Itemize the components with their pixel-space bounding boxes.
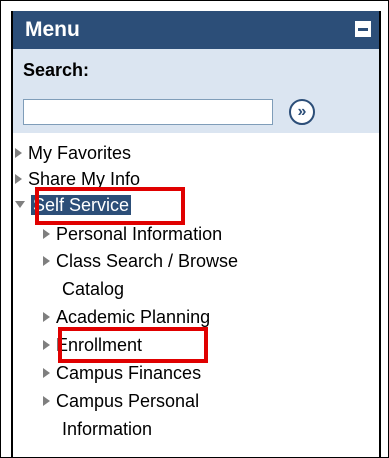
triangle-right-icon	[43, 256, 50, 266]
nav-item-class-search-cont[interactable]: Catalog	[62, 277, 124, 303]
nav-label: Information	[62, 419, 153, 439]
screenshot-frame: Menu Search: » My Favorites Share My Inf…	[0, 0, 389, 458]
search-area: Search: »	[13, 49, 379, 133]
nav-label: Campus Finances	[56, 363, 202, 383]
nav-item-campus-finances[interactable]: Campus Finances	[43, 361, 201, 387]
nav-label: Share My Info	[28, 169, 141, 189]
menu-panel: Menu Search: » My Favorites Share My Inf…	[11, 11, 381, 457]
nav-label: Personal Information	[56, 224, 223, 244]
triangle-right-icon	[43, 340, 50, 350]
double-chevron-right-icon[interactable]: »	[289, 99, 315, 125]
nav-item-campus-personal-cont[interactable]: Information	[62, 417, 152, 443]
triangle-right-icon	[43, 229, 50, 239]
nav-label: Academic Planning	[56, 307, 211, 327]
menu-header: Menu	[13, 11, 379, 49]
nav-item-personal-information[interactable]: Personal Information	[43, 222, 222, 248]
search-input[interactable]	[23, 99, 273, 125]
nav-label: My Favorites	[28, 143, 132, 163]
triangle-right-icon	[43, 368, 50, 378]
nav-label: Catalog	[62, 279, 125, 299]
highlight-box-self-service	[35, 187, 185, 225]
nav-item-campus-personal-information[interactable]: Campus Personal	[43, 389, 199, 415]
nav-item-my-favorites[interactable]: My Favorites	[15, 141, 131, 167]
triangle-right-icon	[43, 396, 50, 406]
nav-item-class-search[interactable]: Class Search / Browse	[43, 249, 238, 275]
triangle-right-icon	[15, 174, 22, 184]
nav-label: Campus Personal	[56, 391, 200, 411]
triangle-right-icon	[43, 312, 50, 322]
menu-title: Menu	[25, 18, 80, 41]
triangle-right-icon	[15, 148, 22, 158]
minus-icon[interactable]	[354, 20, 372, 38]
search-label: Search:	[23, 60, 90, 80]
nav-label: Class Search / Browse	[56, 251, 239, 271]
triangle-down-icon	[15, 201, 25, 208]
highlight-box-enrollment	[58, 327, 208, 363]
